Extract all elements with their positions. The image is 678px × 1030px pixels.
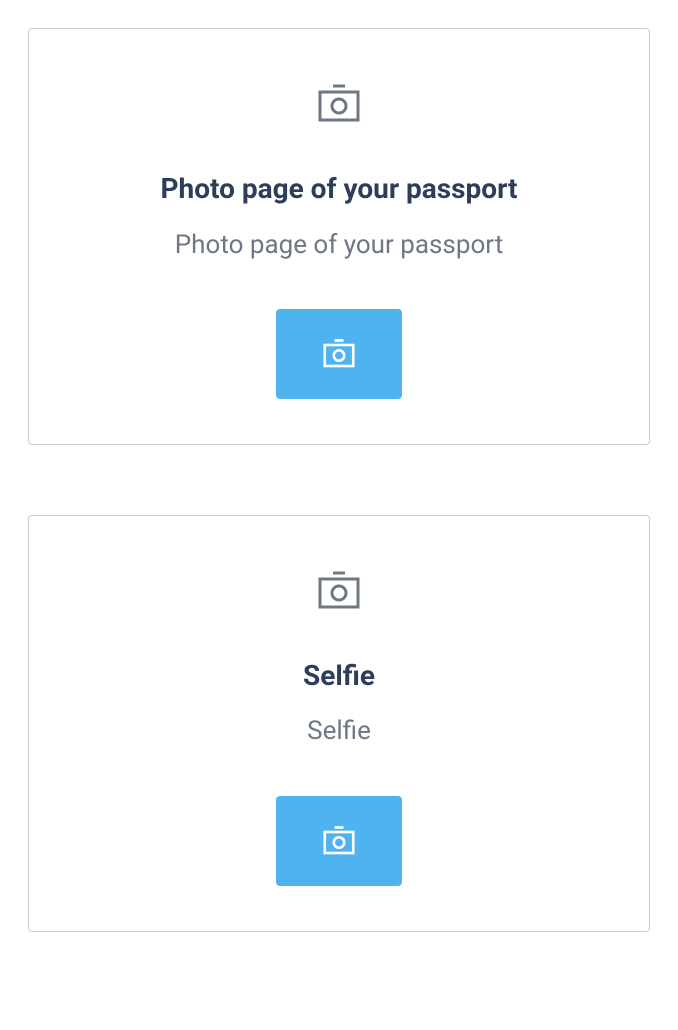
card-title: Photo page of your passport [160,172,517,206]
camera-icon [317,84,361,124]
card-subtitle: Photo page of your passport [175,230,503,261]
upload-photo-button[interactable] [276,309,402,399]
camera-icon [322,826,356,856]
card-subtitle: Selfie [307,716,371,747]
upload-card-passport: Photo page of your passport Photo page o… [28,28,650,445]
upload-card-selfie: Selfie Selfie [28,515,650,932]
camera-icon [322,339,356,369]
upload-photo-button[interactable] [276,796,402,886]
card-title: Selfie [303,659,375,693]
camera-icon [317,571,361,611]
